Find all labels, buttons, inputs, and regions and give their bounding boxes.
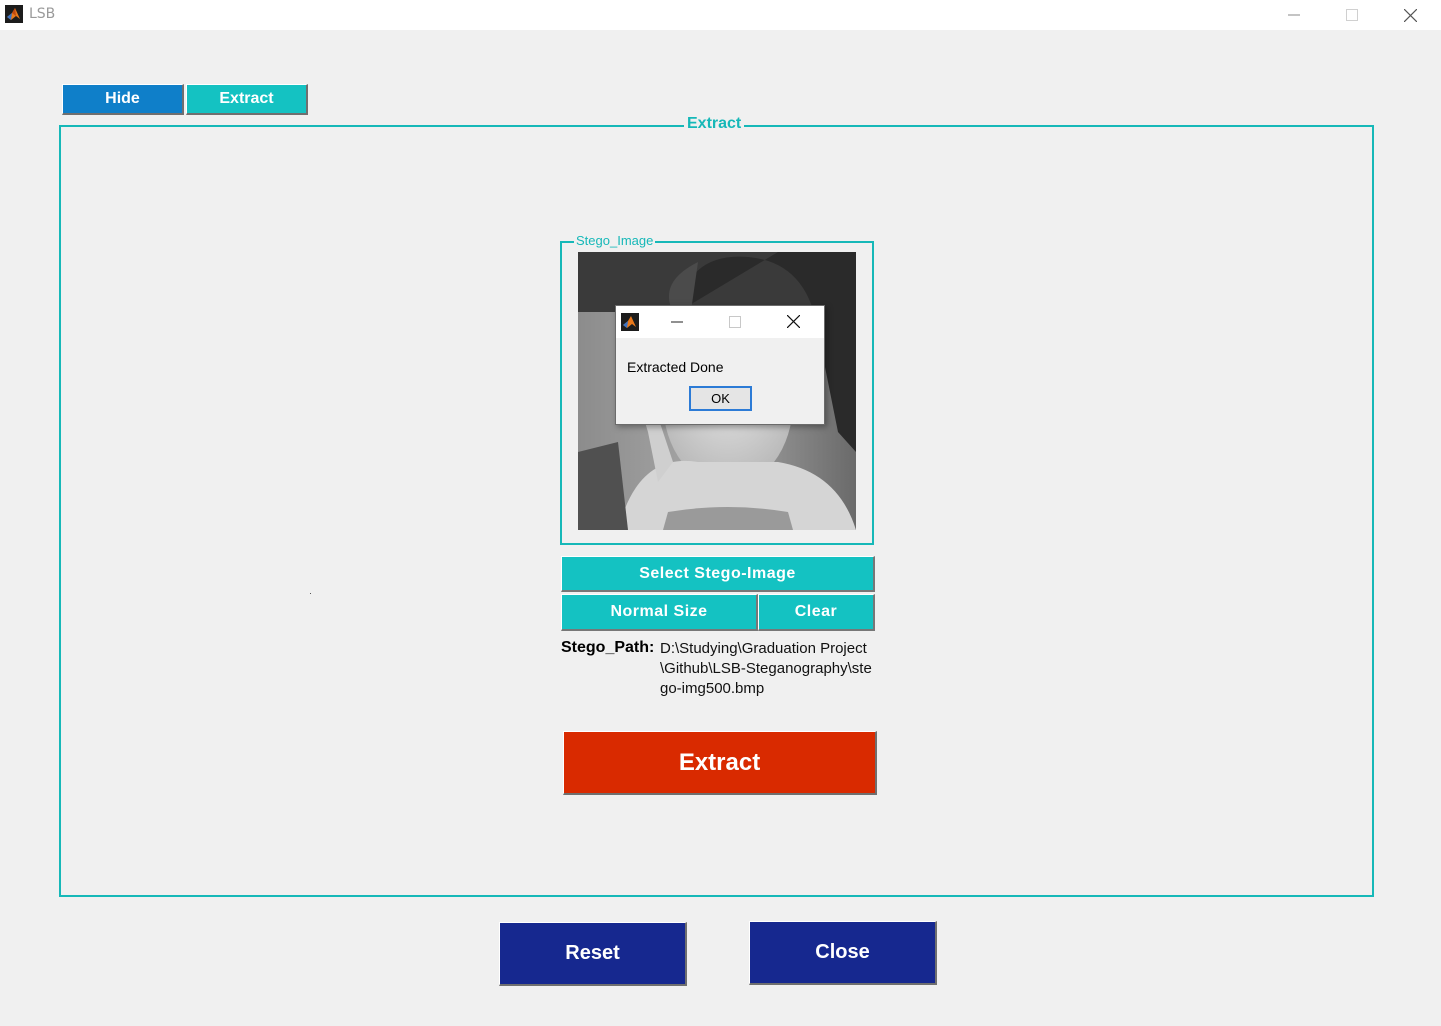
extracted-done-dialog: Extracted Done OK — [615, 305, 825, 425]
minimize-icon — [1288, 14, 1300, 16]
maximize-button[interactable] — [1323, 0, 1381, 30]
clear-button[interactable]: Clear — [758, 594, 875, 631]
matlab-icon — [621, 313, 639, 331]
minimize-button[interactable] — [1265, 0, 1323, 30]
extract-panel-title: Extract — [684, 115, 745, 133]
extract-button[interactable]: Extract — [563, 731, 877, 795]
normal-size-button[interactable]: Normal Size — [561, 594, 758, 631]
reset-button[interactable]: Reset — [499, 922, 687, 986]
stego-path-value: D:\Studying\Graduation Project\Github\LS… — [660, 640, 872, 697]
tab-hide[interactable]: Hide — [62, 84, 184, 115]
tab-extract[interactable]: Extract — [186, 84, 308, 115]
close-window-button[interactable] — [1381, 0, 1439, 30]
maximize-icon — [1346, 9, 1358, 21]
dialog-message: Extracted Done — [627, 359, 724, 375]
window-titlebar: LSB — [0, 0, 1441, 30]
close-icon[interactable] — [787, 315, 800, 328]
close-icon — [1403, 8, 1417, 22]
stego-image-panel-title: Stego_Image — [574, 233, 656, 248]
window-title: LSB — [29, 6, 56, 22]
minimize-icon[interactable] — [671, 316, 683, 328]
select-stego-image-button[interactable]: Select Stego-Image — [561, 556, 875, 592]
matlab-icon — [5, 5, 23, 23]
close-button[interactable]: Close — [749, 921, 937, 985]
stray-dot — [310, 593, 311, 594]
maximize-icon[interactable] — [729, 316, 741, 328]
dialog-titlebar — [616, 306, 824, 338]
dialog-ok-button[interactable]: OK — [689, 386, 752, 411]
stego-path-label: Stego_Path: — [561, 639, 655, 656]
